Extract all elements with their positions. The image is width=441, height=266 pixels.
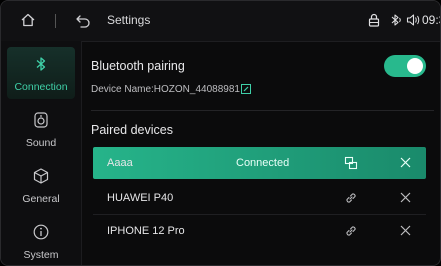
connection-status: Connected [236, 157, 290, 169]
disconnect-icon[interactable] [344, 156, 358, 170]
main-panel: Bluetooth pairing Device Name:HOZON_4408… [81, 41, 440, 265]
info-icon [33, 224, 49, 240]
lock-icon [368, 13, 380, 27]
toggle-knob [407, 58, 423, 74]
link-icon[interactable] [344, 224, 358, 238]
top-bar: Settings 09:30 [1, 1, 440, 42]
sidebar-item-label: General [22, 193, 60, 205]
sidebar-item-general[interactable]: General [1, 159, 81, 213]
close-icon[interactable] [399, 156, 412, 169]
link-icon[interactable] [344, 191, 358, 205]
sidebar-item-label: Connection [14, 81, 68, 93]
sidebar: Connection Sound General System [1, 41, 82, 265]
bluetooth-toggle[interactable] [384, 55, 426, 77]
bluetooth-icon [36, 57, 46, 71]
device-name-label: Aaaa [107, 157, 133, 169]
bluetooth-pairing-label: Bluetooth pairing [91, 59, 185, 73]
home-icon[interactable] [20, 12, 36, 28]
sidebar-item-label: Sound [25, 137, 57, 149]
sidebar-item-label: System [23, 249, 59, 261]
clock: 09:30 [422, 13, 440, 27]
topbar-divider [55, 14, 56, 28]
edit-icon[interactable] [241, 84, 251, 94]
sidebar-item-connection[interactable]: Connection [1, 47, 81, 101]
divider [91, 110, 434, 111]
back-icon[interactable] [75, 13, 91, 29]
cube-icon [33, 168, 49, 184]
page-title: Settings [107, 13, 151, 27]
settings-screen: Settings 09:30 Connection [0, 0, 441, 266]
close-icon[interactable] [399, 191, 412, 204]
sound-icon [34, 112, 48, 128]
device-row[interactable]: HUAWEI P40 [93, 182, 426, 214]
volume-icon [406, 14, 420, 26]
device-name-label: HUAWEI P40 [107, 192, 174, 204]
sidebar-item-system[interactable]: System [1, 215, 81, 265]
sidebar-item-sound[interactable]: Sound [1, 103, 81, 157]
device-name-label: IPHONE 12 Pro [107, 225, 185, 237]
device-row[interactable]: IPHONE 12 Pro [93, 215, 426, 247]
close-icon[interactable] [399, 224, 412, 237]
device-row[interactable]: Aaaa Connected [93, 147, 426, 179]
device-name: Device Name:HOZON_44088981 [91, 84, 240, 95]
paired-devices-title: Paired devices [91, 123, 173, 137]
bluetooth-status-icon [391, 14, 401, 26]
